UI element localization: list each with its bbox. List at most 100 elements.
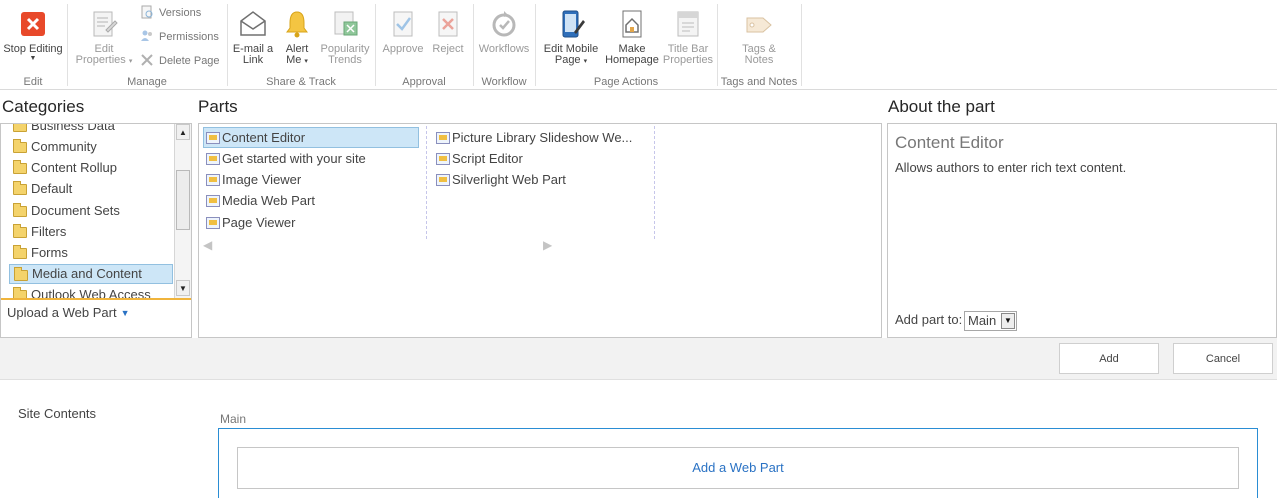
about-title: About the part [888, 97, 995, 116]
stop-editing-button[interactable]: Stop Editing ▼ [2, 8, 64, 63]
group-label-tags-notes: Tags and Notes [720, 76, 798, 88]
group-label-approval: Approval [402, 76, 446, 88]
folder-icon [14, 267, 28, 281]
ribbon-group-approval: Approve Reject Approval [376, 0, 472, 90]
folder-icon [13, 181, 27, 195]
group-label-workflow: Workflow [481, 76, 527, 88]
part-item[interactable]: Picture Library Slideshow We... [434, 128, 632, 149]
column-divider [426, 126, 427, 239]
categories-title: Categories [2, 97, 85, 116]
category-item[interactable]: Filters [9, 222, 173, 242]
next-page-icon[interactable]: ▶ [543, 238, 552, 252]
title-bar-properties-button[interactable]: Title Bar Properties [662, 8, 714, 66]
workflows-button[interactable]: Workflows [476, 8, 532, 55]
category-item[interactable]: Default [9, 179, 173, 199]
parts-panel: Content Editor Get started with your sit… [198, 123, 882, 338]
delete-icon [141, 54, 153, 66]
categories-panel: Business Data Community Content Rollup D… [0, 123, 192, 338]
home-icon [622, 10, 642, 38]
column-divider [654, 126, 655, 239]
edit-mobile-page-button[interactable]: Edit Mobile Page ▾ [540, 8, 602, 67]
category-label: Default [31, 181, 73, 196]
ribbon-group-workflow: Workflows Workflow [474, 0, 534, 90]
categories-footer: Upload a Web Part ▼ [1, 298, 191, 337]
permissions-label: Permissions [159, 31, 219, 43]
category-item[interactable]: Content Rollup [9, 158, 173, 178]
edit-properties-label: Edit Properties [75, 43, 126, 66]
part-item[interactable]: Image Viewer [204, 170, 301, 191]
versions-button[interactable]: Versions [140, 5, 201, 21]
chevron-down-icon: ▼ [120, 308, 130, 318]
categories-scrollbar[interactable]: ▲ ▼ [174, 124, 191, 298]
chevron-down-icon: ▾ [583, 58, 588, 65]
reject-icon [438, 11, 458, 37]
category-label: Community [31, 139, 97, 154]
reject-button[interactable]: Reject [428, 8, 468, 55]
alert-me-button[interactable]: Alert Me ▾ [278, 8, 316, 67]
title-bar-properties-label: Title Bar Properties [662, 43, 714, 66]
popularity-trends-button[interactable]: Popularity Trends [318, 8, 372, 66]
web-part-icon [206, 153, 220, 165]
versions-icon [141, 5, 153, 19]
part-label: Page Viewer [222, 215, 296, 230]
folder-icon [13, 287, 27, 298]
part-item[interactable]: Silverlight Web Part [434, 170, 566, 191]
category-item[interactable]: Forms [9, 243, 173, 263]
upload-web-part-label: Upload a Web Part [7, 305, 117, 320]
email-icon [240, 11, 266, 36]
category-item[interactable]: Outlook Web Access [9, 285, 173, 298]
bell-icon [286, 11, 308, 38]
part-item-selected[interactable]: Content Editor [203, 127, 419, 148]
part-item[interactable]: Media Web Part [204, 191, 315, 212]
previous-page-icon[interactable]: ◀ [203, 238, 212, 252]
action-bar: Add Cancel [0, 338, 1277, 380]
scroll-down-icon[interactable]: ▼ [176, 280, 190, 296]
category-item[interactable]: Community [9, 137, 173, 157]
stop-editing-label: Stop Editing [3, 43, 63, 55]
workflows-icon [492, 11, 516, 37]
add-button[interactable]: Add [1059, 343, 1159, 374]
group-label-manage: Manage [127, 76, 167, 88]
add-web-part-button[interactable]: Add a Web Part [237, 447, 1239, 489]
workflows-label: Workflows [478, 43, 530, 55]
category-item[interactable]: Business Data [9, 124, 173, 136]
category-label: Outlook Web Access [31, 287, 151, 298]
silverlight-icon [436, 174, 450, 186]
scroll-up-icon[interactable]: ▲ [176, 124, 190, 140]
mobile-page-icon [562, 10, 585, 38]
tags-notes-label: Tags & Notes [742, 43, 776, 66]
make-homepage-button[interactable]: Make Homepage [604, 8, 660, 66]
site-contents-link[interactable]: Site Contents [18, 406, 96, 421]
web-part-icon [206, 132, 220, 144]
cancel-button[interactable]: Cancel [1173, 343, 1273, 374]
tags-notes-button[interactable]: Tags & Notes [726, 8, 792, 66]
category-item[interactable]: Document Sets [9, 201, 173, 221]
edit-properties-button[interactable]: Edit Properties ▾ [72, 8, 136, 67]
ribbon-group-share-track: E-mail a Link Alert Me ▾ Popularity Tren… [228, 0, 374, 90]
web-part-zone: Add a Web Part [218, 428, 1258, 498]
ribbon-divider [801, 4, 802, 86]
add-part-to-select[interactable]: Main ▼ [964, 311, 1017, 331]
part-label: Silverlight Web Part [452, 172, 566, 187]
about-panel: Content Editor Allows authors to enter r… [887, 123, 1277, 338]
upload-web-part-link[interactable]: Upload a Web Part ▼ [7, 305, 130, 320]
popularity-trends-label: Popularity Trends [320, 43, 370, 66]
scroll-thumb[interactable] [176, 170, 190, 230]
part-item[interactable]: Script Editor [434, 149, 523, 170]
approve-button[interactable]: Approve [380, 8, 426, 55]
slideshow-icon [436, 132, 450, 144]
popularity-trends-icon [334, 11, 358, 36]
category-item-selected[interactable]: Media and Content [9, 264, 173, 284]
chevron-down-icon: ▼ [1001, 313, 1015, 329]
chevron-down-icon: ▾ [128, 58, 133, 65]
email-link-label: E-mail a Link [232, 43, 274, 66]
delete-page-button[interactable]: Delete Page [140, 53, 220, 69]
part-item[interactable]: Get started with your site [204, 149, 366, 170]
part-item[interactable]: Page Viewer [204, 213, 295, 234]
categories-list[interactable]: Business Data Community Content Rollup D… [3, 124, 173, 298]
permissions-button[interactable]: Permissions [140, 29, 219, 45]
group-label-edit: Edit [23, 76, 43, 88]
add-part-to-value: Main [968, 313, 997, 328]
ribbon-group-tags-notes: Tags & Notes Tags and Notes [718, 0, 800, 90]
email-link-button[interactable]: E-mail a Link [230, 8, 276, 66]
